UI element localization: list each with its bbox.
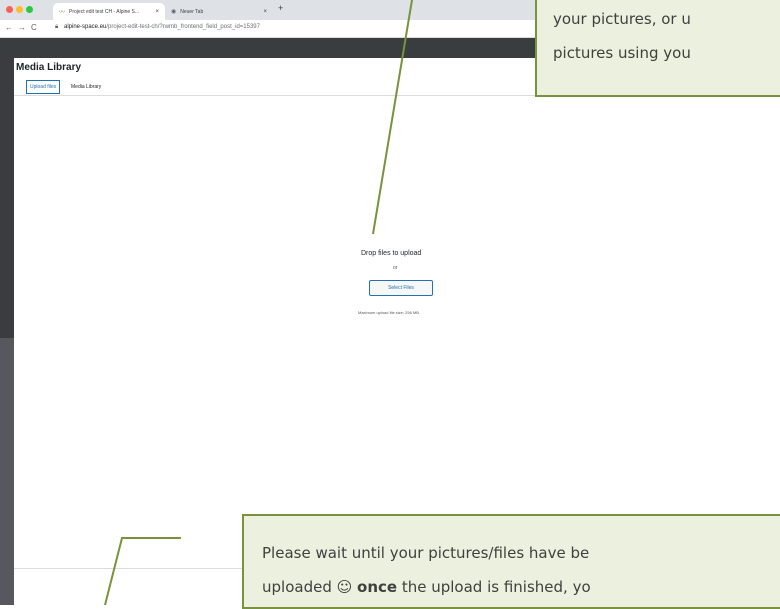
callout-text: uploaded ☺ — [262, 578, 358, 596]
callout-bottom-line: uploaded ☺ once the upload is finished, … — [262, 570, 780, 604]
callout-emphasis: once — [357, 578, 398, 596]
top-connector-line — [372, 0, 413, 235]
callout-top-line: pictures using you — [553, 44, 691, 62]
callout-bottom: Please wait until your pictures/files ha… — [242, 514, 780, 609]
callout-top: your pictures, or u pictures using you — [535, 0, 780, 97]
callout-bottom-line: Please wait until your pictures/files ha… — [262, 544, 590, 562]
callout-top-line: your pictures, or u — [553, 10, 691, 28]
callout-text: the upload is finished, yo — [397, 578, 591, 596]
bottom-connector-line — [104, 537, 181, 605]
